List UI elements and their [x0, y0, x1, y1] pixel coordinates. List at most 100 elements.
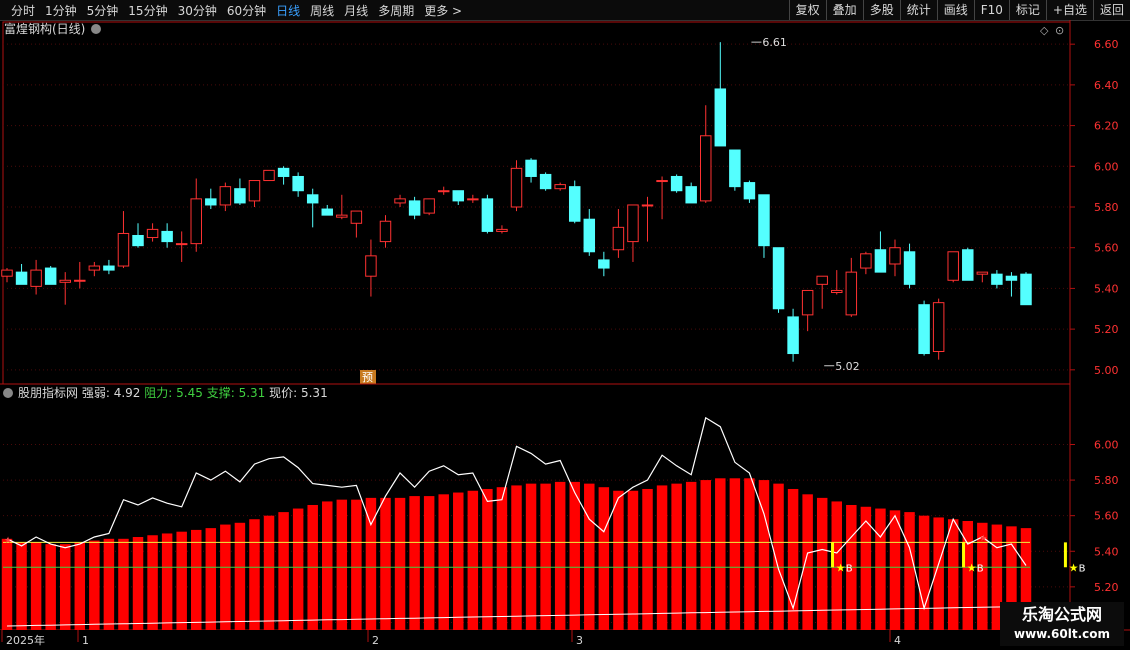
- period-tab[interactable]: 30分钟: [173, 2, 222, 19]
- indicator-bar: [889, 510, 901, 630]
- candle-body: [860, 253, 872, 269]
- tool-button[interactable]: 标记: [1008, 0, 1046, 20]
- indicator-tick-label: 5.40: [1094, 545, 1119, 558]
- indicator-bar: [423, 496, 435, 630]
- indicator-field: 5.31: [301, 386, 328, 400]
- indicator-bar: [176, 531, 187, 630]
- tool-button[interactable]: 画线: [936, 0, 974, 20]
- candle-body: [15, 271, 28, 285]
- candle-body: [627, 204, 639, 243]
- tool-button[interactable]: 统计: [899, 0, 937, 20]
- period-tab[interactable]: 日线: [271, 2, 305, 19]
- candle-body: [30, 269, 42, 287]
- candle-body: [379, 220, 392, 243]
- indicator-bar: [875, 508, 886, 630]
- candle-body: [59, 279, 71, 283]
- candle-body: [685, 186, 697, 204]
- indicator-bar: [438, 494, 449, 630]
- candle-body: [365, 255, 377, 277]
- price-tick-label: 5.60: [1094, 242, 1119, 255]
- site-watermark: 乐淘公式网 www.60lt.com: [1000, 602, 1124, 646]
- period-tab[interactable]: 月线: [339, 2, 373, 19]
- price-tick-label: 6.40: [1094, 79, 1119, 92]
- period-tab[interactable]: 60分钟: [222, 2, 271, 19]
- candle-body: [219, 186, 232, 206]
- indicator-bar: [191, 529, 202, 630]
- tool-button[interactable]: F10: [973, 0, 1009, 20]
- stock-chart[interactable]: 5.00 5.20 5.40 5.60 5.80 6.00 6.20 6.40 6.60 富煌钢构…: [0, 20, 1130, 650]
- period-tab[interactable]: 周线: [305, 2, 339, 19]
- indicator-bar: [249, 519, 260, 630]
- indicator-field: 4.92: [114, 386, 141, 400]
- buy-label: B: [1079, 563, 1086, 574]
- price-tick-label: 6.00: [1094, 160, 1119, 173]
- indicator-bar: [409, 496, 420, 630]
- indicator-bar: [642, 488, 653, 630]
- tool-button[interactable]: 叠加: [825, 0, 863, 20]
- indicator-bar: [584, 483, 595, 630]
- indicator-bar: [380, 497, 391, 630]
- main-frame: [2, 21, 1071, 385]
- candle-body: [831, 289, 843, 293]
- tool-button[interactable]: 返回: [1092, 0, 1130, 20]
- indicator-bar: [671, 483, 682, 630]
- indicator-bar: [540, 483, 551, 630]
- indicator-tick-label: 5.80: [1094, 474, 1119, 487]
- indicator-bar: [220, 524, 231, 630]
- candle-body: [263, 169, 275, 182]
- indicator-bar: [482, 488, 493, 630]
- candle-body: [321, 208, 333, 216]
- indicator-field: 现价:: [269, 386, 297, 400]
- buy-star-icon: ★: [836, 561, 846, 574]
- candle-body: [103, 265, 115, 271]
- indicator-tick-label: 6.00: [1094, 438, 1119, 451]
- candle-body: [874, 249, 887, 273]
- indicator-field: 5.31: [239, 386, 266, 400]
- period-tab[interactable]: 多周期: [373, 2, 419, 19]
- candle-body: [1020, 273, 1032, 306]
- diamond-icon: ◇: [1040, 24, 1049, 37]
- candle-body: [772, 247, 785, 310]
- candle-body: [918, 304, 930, 355]
- indicator-menu-icon: [3, 388, 13, 398]
- indicator-bar: [613, 490, 624, 630]
- candle-body: [452, 190, 465, 202]
- watermark-url: www.60lt.com: [1013, 627, 1111, 641]
- candle-body: [801, 289, 814, 316]
- tool-button[interactable]: 复权: [788, 0, 826, 20]
- candle-body: [656, 180, 668, 183]
- candle-body: [467, 198, 479, 201]
- candle-body: [510, 167, 523, 208]
- indicator-bar: [511, 485, 522, 630]
- period-tab[interactable]: 分时: [6, 2, 40, 19]
- candle-body: [248, 180, 261, 202]
- indicator-bar: [685, 481, 697, 630]
- candle-body: [277, 167, 290, 177]
- indicator-bar: [322, 501, 333, 630]
- x-tick-label: 1: [82, 634, 89, 647]
- date-axis: 2025年 1 2 3 4: [0, 630, 1070, 650]
- main-title: 富煌钢构(日线): [4, 21, 85, 36]
- indicator-bar: [161, 533, 173, 630]
- tool-button[interactable]: +自选: [1045, 0, 1093, 20]
- period-tab[interactable]: 1分钟: [40, 2, 82, 19]
- buy-label: B: [977, 563, 984, 574]
- candle-body: [700, 135, 712, 202]
- period-tab[interactable]: 更多 >: [419, 2, 467, 19]
- indicator-field: 强弱:: [82, 386, 110, 400]
- indicator-bar: [16, 542, 27, 630]
- period-tab[interactable]: 5分钟: [82, 2, 124, 19]
- period-tab[interactable]: 15分钟: [123, 2, 172, 19]
- candle-body: [88, 265, 101, 271]
- candle-body: [612, 226, 625, 251]
- indicator-bar: [89, 540, 100, 630]
- indicator-bar: [569, 481, 580, 630]
- indicator-bar: [1, 538, 13, 630]
- tool-button[interactable]: 多股: [862, 0, 900, 20]
- watermark-title: 乐淘公式网: [1021, 605, 1102, 624]
- indicator-bar: [729, 478, 741, 630]
- indicator-bar: [947, 519, 959, 630]
- candle-body: [336, 214, 348, 218]
- indicator-bar: [118, 538, 129, 630]
- indicator-bar: [656, 485, 668, 630]
